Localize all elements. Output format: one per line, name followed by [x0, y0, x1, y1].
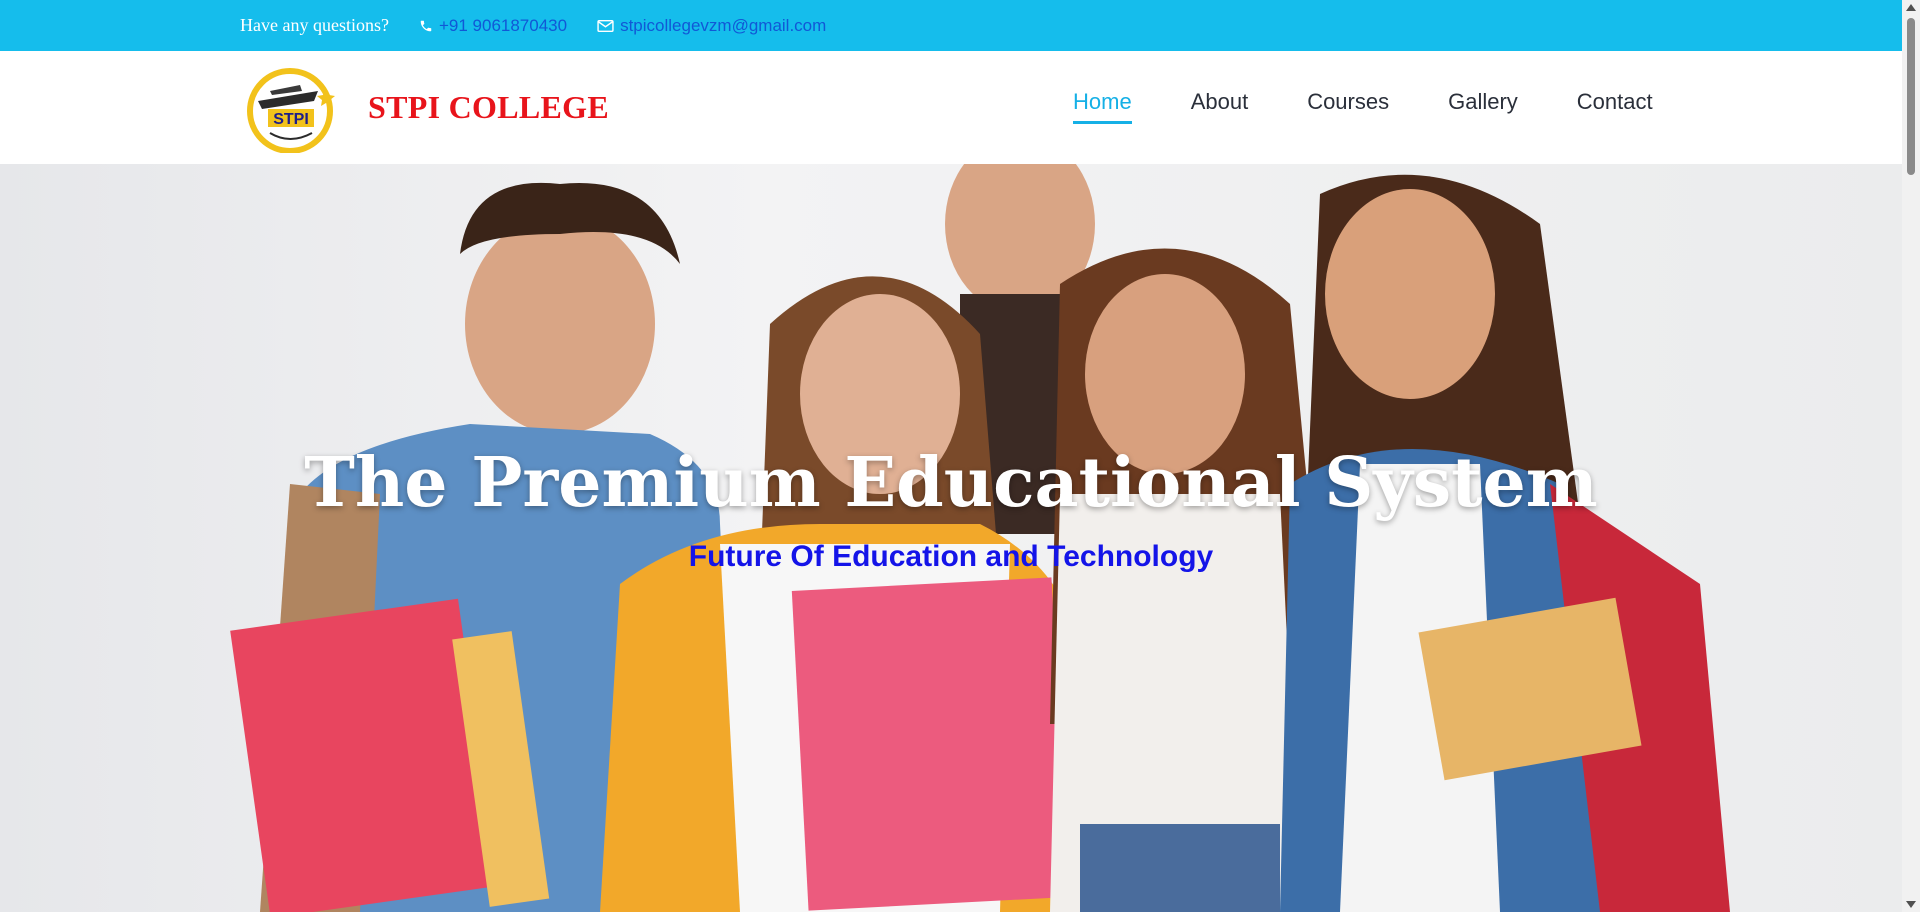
- scroll-thumb[interactable]: [1907, 18, 1915, 175]
- phone-number: +91 9061870430: [438, 15, 568, 35]
- hero-banner: The Premium Educational System Future Of…: [0, 164, 1902, 912]
- phone-icon: [420, 20, 432, 31]
- hero-subtitle: Future Of Education and Technology: [688, 540, 1214, 573]
- email-address: stpicollegevzm@gmail.com: [620, 15, 827, 35]
- nav-contact[interactable]: Contact: [1577, 89, 1653, 124]
- phone-link[interactable]: +91 9061870430: [419, 16, 567, 36]
- hero-students-image: [230, 164, 1730, 912]
- college-logo[interactable]: STPI: [240, 61, 340, 153]
- questions-text: Have any questions?: [240, 15, 389, 35]
- nav-courses[interactable]: Courses: [1307, 89, 1389, 124]
- scroll-down-icon[interactable]: [1906, 901, 1916, 908]
- top-contact-bar: Have any questions? +91 9061870430 stpic…: [0, 0, 1902, 51]
- scroll-up-icon[interactable]: [1906, 4, 1916, 11]
- logo-text: STPI: [273, 111, 309, 128]
- brand-name[interactable]: STPI COLLEGE: [368, 89, 609, 126]
- nav-about[interactable]: About: [1191, 89, 1249, 124]
- site-header: STPI STPI COLLEGE Home About Courses Gal…: [0, 51, 1902, 164]
- nav-gallery[interactable]: Gallery: [1448, 89, 1518, 124]
- page-scrollbar[interactable]: [1902, 0, 1920, 912]
- nav-home[interactable]: Home: [1073, 89, 1132, 124]
- main-nav: Home About Courses Gallery Contact: [1073, 89, 1653, 124]
- hero-title: The Premium Educational System: [304, 443, 1598, 523]
- envelope-icon: [597, 19, 614, 32]
- email-link[interactable]: stpicollegevzm@gmail.com: [597, 16, 826, 36]
